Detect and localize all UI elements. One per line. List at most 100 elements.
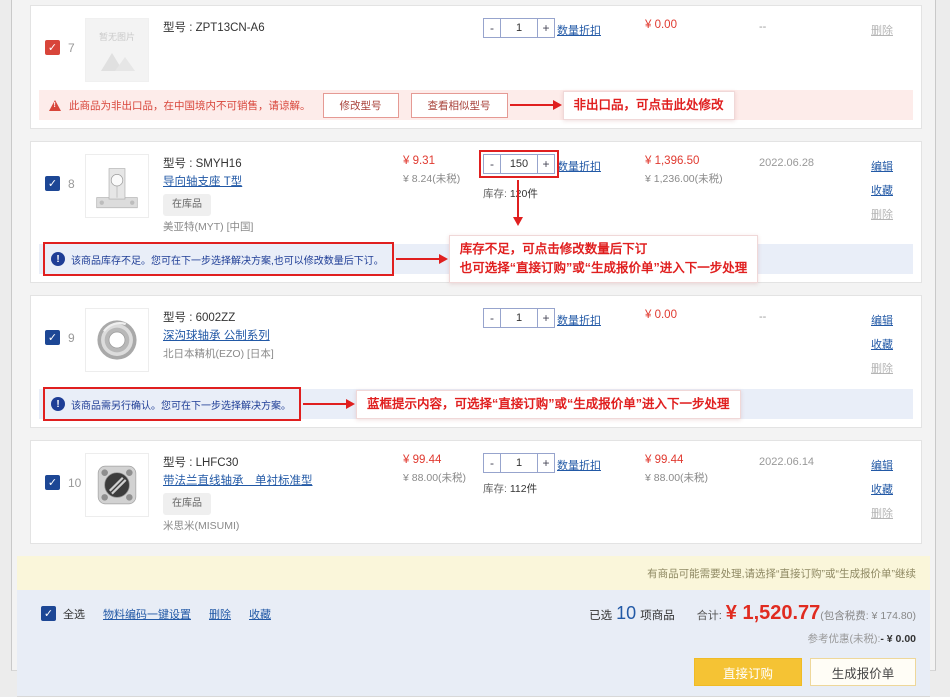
item-8-stock: 库存: 120件 xyxy=(483,186,557,201)
item-10-product-image[interactable] xyxy=(85,453,149,517)
direct-order-button[interactable]: 直接订购 xyxy=(694,658,802,686)
item-10-edit-link[interactable]: 编辑 xyxy=(871,454,893,478)
item-10-delete-link[interactable]: 删除 xyxy=(871,502,893,526)
item-9-index: 9 xyxy=(68,331,75,345)
select-all-checkbox[interactable]: ✓ xyxy=(41,606,56,621)
item-8-qty-plus-button[interactable]: + xyxy=(537,154,555,174)
item-9-qty-value[interactable]: 1 xyxy=(501,308,537,328)
item-8-date: 2022.06.28 xyxy=(759,154,871,169)
item-10-qty-value[interactable]: 1 xyxy=(501,453,537,473)
item-10-model: 型号 : LHFC30 xyxy=(163,454,403,472)
selected-count: 10 xyxy=(616,603,636,624)
notice-highlight-box: ! 该商品需另行确认。您可在下一步选择解决方案。 xyxy=(43,387,301,421)
notice-highlight-box: ! 该商品库存不足。您可在下一步选择解决方案,也可以修改数量后下订。 xyxy=(43,242,394,276)
item-9-date: -- xyxy=(759,308,871,323)
item-9-qty-minus-button[interactable]: - xyxy=(483,308,501,328)
item-7-export-warning-bar: 此商品为非出口品，在中国境内不可销售，请谅解。 修改型号 查看相似型号 非出口品… xyxy=(39,90,913,120)
item-8-product-image[interactable] xyxy=(85,154,149,218)
item-10-unit-price-tax: ¥ 88.00(未税) xyxy=(403,470,483,485)
item-9-annotation-callout: 蓝框提示内容，可选择“直接订购”或“生成报价单”进入下一步处理 xyxy=(356,390,741,419)
item-9-maker: 北日本精机(EZO) [日本] xyxy=(163,345,403,363)
warning-triangle-icon xyxy=(49,100,61,111)
item-10-favorite-link[interactable]: 收藏 xyxy=(871,478,893,502)
material-code-setting-link[interactable]: 物料编码一键设置 xyxy=(103,606,191,622)
selected-prefix: 已选 xyxy=(589,607,612,623)
item-7-warning-text: 此商品为非出口品，在中国境内不可销售，请谅解。 xyxy=(69,98,311,113)
item-8-product-name-link[interactable]: 导向轴支座 T型 xyxy=(163,173,242,191)
item-10-stock: 库存: 112件 xyxy=(483,481,557,496)
item-7-view-similar-button[interactable]: 查看相似型号 xyxy=(411,93,508,118)
item-7-model: 型号 : ZPT13CN-A6 xyxy=(163,19,403,37)
ball-bearing-image xyxy=(88,311,146,369)
item-8-annotation-callout: 库存不足，可点击修改数量后下订 也可选择“直接订购”或“生成报价单”进入下一步处… xyxy=(449,235,759,283)
annotation-arrow-right xyxy=(303,403,347,405)
tax-included-note: (包含税费: ¥ 174.80) xyxy=(820,608,916,623)
generate-quote-button[interactable]: 生成报价单 xyxy=(810,658,916,686)
item-10-qty-plus-button[interactable]: + xyxy=(537,453,555,473)
cart-item-9: ✓ 9 型号 : 6002ZZ 深沟球轴承 公制系列 北日本精机(EZO) [日… xyxy=(30,295,922,428)
info-icon: ! xyxy=(51,397,65,411)
cart-item-7: ✓ 7 暂无图片 型号 : ZPT13CN-A6 - 1 + xyxy=(30,5,922,129)
annotation-arrow-right xyxy=(396,258,440,260)
item-10-unit-price: ¥ 99.44 xyxy=(403,454,483,466)
item-8-favorite-link[interactable]: 收藏 xyxy=(871,179,893,203)
item-9-notice-text: 该商品需另行确认。您可在下一步选择解决方案。 xyxy=(71,397,291,412)
item-7-qty-plus-button[interactable]: + xyxy=(537,18,555,38)
item-9-model: 型号 : 6002ZZ xyxy=(163,309,403,327)
item-10-stock-badge: 在库品 xyxy=(163,493,211,515)
item-9-edit-link[interactable]: 编辑 xyxy=(871,309,893,333)
item-7-qty-value[interactable]: 1 xyxy=(501,18,537,38)
delete-selected-link[interactable]: 删除 xyxy=(209,606,231,622)
item-8-total-price: ¥ 1,396.50 xyxy=(645,155,759,167)
item-7-annotation-callout: 非出口品，可点击此处修改 xyxy=(563,91,735,120)
item-8-total-price-tax: ¥ 1,236.00(未税) xyxy=(645,171,759,186)
item-9-favorite-link[interactable]: 收藏 xyxy=(871,333,893,357)
item-10-checkbox[interactable]: ✓ xyxy=(45,475,60,490)
item-8-qty-minus-button[interactable]: - xyxy=(483,154,501,174)
item-9-total-price: ¥ 0.00 xyxy=(645,309,759,321)
item-7-delete-link[interactable]: 删除 xyxy=(871,19,893,43)
item-9-qty-plus-button[interactable]: + xyxy=(537,308,555,328)
item-9-product-name-link[interactable]: 深沟球轴承 公制系列 xyxy=(163,327,270,345)
process-hint-text: 有商品可能需要处理,请选择“直接订购”或“生成报价单”继续 xyxy=(647,566,916,581)
item-10-qty-minus-button[interactable]: - xyxy=(483,453,501,473)
item-10-maker: 米思米(MISUMI) xyxy=(163,517,403,535)
item-10-product-name-link[interactable]: 带法兰直线轴承 单衬标准型 xyxy=(163,472,313,490)
annotation-arrow-right xyxy=(510,104,554,106)
item-8-delete-link[interactable]: 删除 xyxy=(871,203,893,227)
item-9-checkbox[interactable]: ✓ xyxy=(45,330,60,345)
info-icon: ! xyxy=(51,252,65,266)
item-9-product-image[interactable] xyxy=(85,308,149,372)
item-7-checkbox[interactable]: ✓ xyxy=(45,40,60,55)
select-all-label: 全选 xyxy=(63,606,85,622)
item-8-checkbox[interactable]: ✓ xyxy=(45,176,60,191)
item-8-maker: 美亚特(MYT) [中国] xyxy=(163,218,403,236)
item-7-modify-model-button[interactable]: 修改型号 xyxy=(323,93,399,118)
item-8-edit-link[interactable]: 编辑 xyxy=(871,155,893,179)
item-7-qty-minus-button[interactable]: - xyxy=(483,18,501,38)
item-10-total-price: ¥ 99.44 xyxy=(645,454,759,466)
item-7-quantity-discount-link[interactable]: 数量折扣 xyxy=(557,25,601,37)
item-9-confirmation-notice: ! 该商品需另行确认。您可在下一步选择解决方案。 蓝框提示内容，可选择“直接订购… xyxy=(39,389,913,419)
shaft-support-image xyxy=(88,157,146,215)
mountain-icon xyxy=(97,45,137,71)
item-8-index: 8 xyxy=(68,177,75,191)
favorite-selected-link[interactable]: 收藏 xyxy=(249,606,271,622)
item-8-model: 型号 : SMYH16 xyxy=(163,155,403,173)
item-7-date: -- xyxy=(759,18,871,33)
item-8-unit-price: ¥ 9.31 xyxy=(403,155,483,167)
item-8-qty-value[interactable]: 150 xyxy=(501,154,537,174)
cart-summary-footer: ✓ 全选 物料编码一键设置 删除 收藏 已选 10 项商品 合计: ¥ 1,52… xyxy=(17,590,930,697)
reference-discount-line: 参考优惠(未税):- ¥ 0.00 xyxy=(41,631,916,646)
item-10-date: 2022.06.14 xyxy=(759,453,871,468)
process-hint-bar: 有商品可能需要处理,请选择“直接订购”或“生成报价单”继续 xyxy=(17,556,930,590)
item-9-delete-link[interactable]: 删除 xyxy=(871,357,893,381)
item-10-quantity-discount-link[interactable]: 数量折扣 xyxy=(557,460,601,472)
flanged-bushing-image xyxy=(88,456,146,514)
item-8-stock-shortage-notice: ! 该商品库存不足。您可在下一步选择解决方案,也可以修改数量后下订。 库存不足，… xyxy=(39,244,913,274)
item-10-index: 10 xyxy=(68,476,81,490)
total-amount: ¥ 1,520.77 xyxy=(726,602,821,625)
item-9-quantity-discount-link[interactable]: 数量折扣 xyxy=(557,315,601,327)
item-8-unit-price-tax: ¥ 8.24(未税) xyxy=(403,171,483,186)
item-8-quantity-discount-link[interactable]: 数量折扣 xyxy=(557,161,601,173)
